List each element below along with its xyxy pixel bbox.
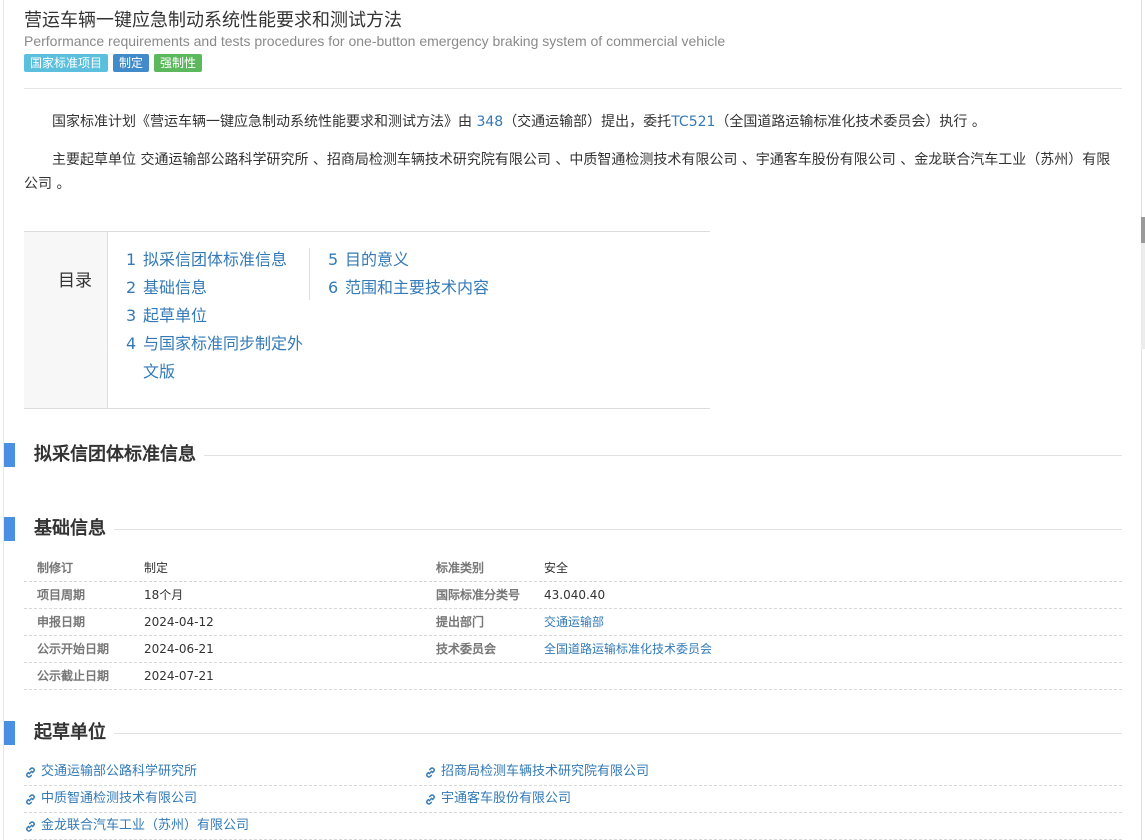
table-row: 申报日期 2024-04-12 提出部门 交通运输部 [24, 609, 1122, 636]
field-label: 制修订 [37, 561, 74, 575]
section-accent-bar [4, 721, 15, 745]
table-of-contents: 目录 1 拟采信团体标准信息 2 基础信息 3 起草单位 4 与国家标准同步制定外文版 … [24, 231, 710, 409]
toc-item[interactable]: 6 范围和主要技术内容 [328, 274, 628, 302]
field-value: 18个月 [144, 588, 184, 602]
badge-national-project: 国家标准项目 [24, 54, 109, 72]
link-icon [426, 793, 435, 805]
drafting-units-paragraph: 主要起草单位 交通运输部公路科学研究所 、招商局检测车辆技术研究院有限公司 、中… [24, 152, 1111, 192]
section-rule [34, 733, 1122, 734]
table-row: 公示开始日期 2024-06-21 技术委员会 全国道路运输标准化技术委员会 [24, 636, 1122, 663]
basic-info-table: 制修订 制定 标准类别 安全 项目周期 18个月 国际标准分类号 43.040.… [24, 555, 1122, 690]
section-title: 拟采信团体标准信息 [34, 443, 204, 467]
intro-paragraph: 国家标准计划《营运车辆一键应急制动系统性能要求和测试方法》由 348（交通运输部… [24, 110, 1124, 134]
field-value: 2024-04-12 [144, 615, 214, 629]
toc-label: 目录 [58, 271, 92, 291]
committee-link[interactable]: TC521 [671, 114, 715, 130]
link-icon [26, 820, 35, 832]
table-row: 制修订 制定 标准类别 安全 [24, 555, 1122, 582]
toc-item-num: 1 [126, 250, 137, 269]
badge-mandatory: 强制性 [154, 54, 203, 72]
toc-item[interactable]: 4 与国家标准同步制定外文版 [126, 330, 308, 386]
section-title: 基础信息 [34, 517, 114, 541]
toc-item[interactable]: 2 基础信息 [126, 274, 308, 302]
proposer-link[interactable]: 348 [476, 114, 503, 130]
table-row: 项目周期 18个月 国际标准分类号 43.040.40 [24, 582, 1122, 609]
divider [24, 88, 1122, 89]
toc-item[interactable]: 3 起草单位 [126, 302, 308, 330]
toc-label-cell: 目录 [24, 232, 108, 408]
toc-item-label[interactable]: 范围和主要技术内容 [345, 274, 489, 302]
field-label: 国际标准分类号 [436, 588, 521, 602]
section-accent-bar [4, 443, 15, 467]
toc-item-label[interactable]: 起草单位 [143, 302, 207, 330]
drafter-link[interactable]: 中质智通检测技术有限公司 [24, 786, 197, 812]
section-rule [34, 529, 1122, 530]
link-icon [426, 766, 435, 778]
link-icon [26, 766, 35, 778]
field-label: 技术委员会 [436, 642, 497, 656]
left-border [3, 0, 4, 840]
toc-item[interactable]: 5 目的意义 [328, 246, 628, 274]
toc-item-num: 6 [328, 278, 339, 297]
toc-item-num: 4 [126, 334, 137, 353]
drafter-name[interactable]: 金龙联合汽车工业（苏州）有限公司 [41, 813, 249, 839]
field-value: 2024-06-21 [144, 642, 214, 656]
field-label: 标准类别 [436, 561, 485, 575]
field-value: 安全 [544, 561, 569, 575]
table-row: 公示截止日期 2024-07-21 [24, 663, 1122, 690]
badge-formulate: 制定 [113, 54, 150, 72]
toc-column: 1 拟采信团体标准信息 2 基础信息 3 起草单位 4 与国家标准同步制定外文版 [126, 246, 308, 386]
intro-text: （交通运输部）提出，委托 [503, 114, 672, 130]
drafter-name[interactable]: 宇通客车股份有限公司 [441, 786, 571, 812]
proposer-department-link[interactable]: 交通运输部 [544, 609, 604, 635]
drafter-name[interactable]: 交通运输部公路科学研究所 [41, 759, 197, 785]
section-accent-bar [4, 517, 15, 541]
toc-item-num: 3 [126, 306, 137, 325]
toc-item-label[interactable]: 基础信息 [143, 274, 207, 302]
section-header-basic-info: 基础信息 [4, 517, 1122, 541]
toc-item[interactable]: 1 拟采信团体标准信息 [126, 246, 308, 274]
drafter-name[interactable]: 中质智通检测技术有限公司 [41, 786, 197, 812]
toc-divider [309, 248, 310, 300]
standard-detail-page: 营运车辆一键应急制动系统性能要求和测试方法 Performance requir… [0, 0, 1145, 840]
list-row: 金龙联合汽车工业（苏州）有限公司 [24, 813, 1122, 840]
field-value: 43.040.40 [544, 588, 606, 602]
drafting-units-list: 交通运输部公路科学研究所 招商局检测车辆技术研究院有限公司 中质智通检测技术有限… [24, 759, 1122, 840]
drafter-name[interactable]: 招商局检测车辆技术研究院有限公司 [441, 759, 649, 785]
link-icon [26, 793, 35, 805]
page-title: 营运车辆一键应急制动系统性能要求和测试方法 [24, 10, 402, 31]
drafter-link[interactable]: 招商局检测车辆技术研究院有限公司 [424, 759, 649, 785]
list-row: 中质智通检测技术有限公司 宇通客车股份有限公司 [24, 786, 1122, 813]
badge-group: 国家标准项目 制定 强制性 [24, 54, 203, 72]
toc-item-label[interactable]: 目的意义 [345, 246, 409, 274]
section-title: 起草单位 [34, 721, 114, 745]
toc-item-num: 5 [328, 250, 339, 269]
toc-item-label[interactable]: 与国家标准同步制定外文版 [143, 330, 308, 386]
toc-column: 5 目的意义 6 范围和主要技术内容 [328, 246, 628, 302]
field-label: 公示截止日期 [37, 669, 110, 683]
field-label: 项目周期 [37, 588, 86, 602]
field-label: 申报日期 [37, 615, 86, 629]
intro-text: （全国道路运输标准化技术委员会）执行 。 [715, 114, 986, 130]
intro-text: 国家标准计划《营运车辆一键应急制动系统性能要求和测试方法》由 [52, 114, 477, 130]
field-label: 公示开始日期 [37, 642, 110, 656]
scrollbar-track-segment [1141, 243, 1145, 349]
drafter-link[interactable]: 金龙联合汽车工业（苏州）有限公司 [24, 813, 249, 839]
drafter-link[interactable]: 交通运输部公路科学研究所 [24, 759, 197, 785]
scrollbar-track[interactable] [1141, 0, 1142, 840]
field-value: 2024-07-21 [144, 669, 214, 683]
scrollbar-thumb[interactable] [1141, 217, 1145, 243]
toc-item-num: 2 [126, 278, 137, 297]
list-row: 交通运输部公路科学研究所 招商局检测车辆技术研究院有限公司 [24, 759, 1122, 786]
technical-committee-link[interactable]: 全国道路运输标准化技术委员会 [544, 636, 712, 662]
section-header-drafters: 起草单位 [4, 721, 1122, 745]
field-label: 提出部门 [436, 615, 485, 629]
page-subtitle: Performance requirements and tests proce… [24, 33, 726, 49]
section-header-group-standard: 拟采信团体标准信息 [4, 443, 1122, 467]
toc-item-label[interactable]: 拟采信团体标准信息 [143, 246, 287, 274]
field-value: 制定 [144, 561, 169, 575]
drafter-link[interactable]: 宇通客车股份有限公司 [424, 786, 571, 812]
